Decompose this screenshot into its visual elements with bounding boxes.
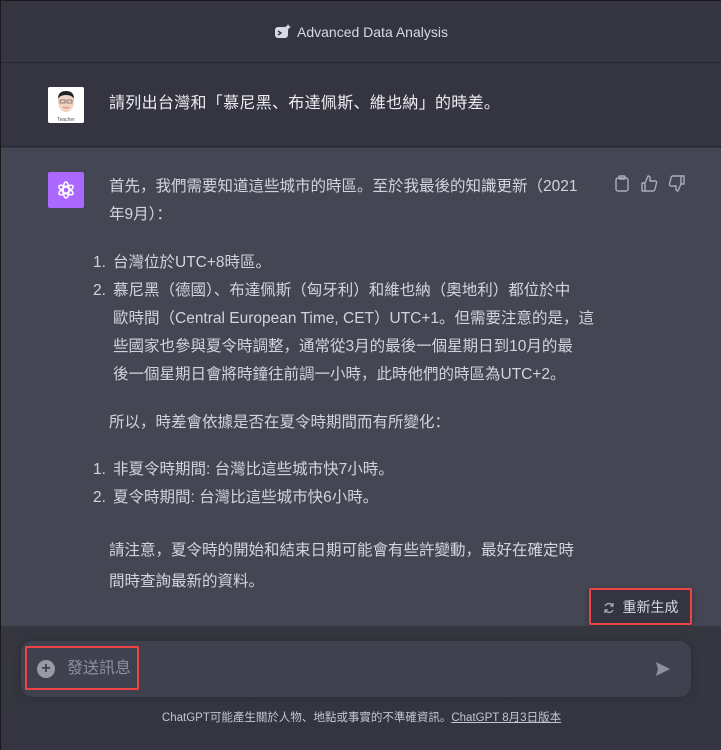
input-highlight-box — [25, 646, 139, 690]
list-text: 歐時間（Central European Time, CET）UTC+1。但需要… — [113, 310, 595, 327]
summary-text: 所以，時差會依據是否在夏令時期間而有所變化： — [109, 414, 451, 431]
list-number: 2. — [93, 282, 106, 299]
thumbs-down-icon[interactable] — [667, 174, 685, 192]
intro-line-1: 首先，我們需要知道這些城市的時區。至於我最後的知識更新（2021 — [109, 178, 578, 195]
intro-line-2: 年9月）： — [109, 206, 172, 223]
regenerate-label: 重新生成 — [622, 598, 679, 615]
list-text: 非夏令時期間: 台灣比這些城市快7小時。 — [113, 461, 394, 478]
list-number: 2. — [93, 489, 106, 506]
note-line-1: 請注意，夏令時的開始和結束日期可能會有些許變動，最好在確定時 — [109, 542, 575, 559]
user-message: 請列出台灣和「慕尼黑、布達佩斯、維也納」的時差。 — [109, 95, 501, 112]
version-link[interactable]: ChatGPT 8月3日版本 — [451, 712, 561, 724]
note-line-2: 間時查詢最新的資料。 — [109, 573, 265, 590]
list-text: 夏令時期間: 台灣比這些城市快6小時。 — [113, 489, 379, 506]
header-title: Advanced Data Analysis — [297, 23, 448, 40]
time-difference-list: 1. 非夏令時期間: 台灣比這些城市快7小時。 2. 夏令時期間: 台灣比這些城… — [93, 456, 608, 512]
message-input[interactable] — [67, 656, 627, 682]
list-item: 1. 非夏令時期間: 台灣比這些城市快7小時。 — [93, 456, 608, 484]
send-icon — [656, 662, 670, 676]
assistant-intro: 首先，我們需要知道這些城市的時區。至於我最後的知識更新（2021 年9月）： — [109, 173, 604, 229]
send-button[interactable] — [653, 659, 673, 679]
refresh-icon — [603, 601, 615, 613]
list-item: 2. 夏令時期間: 台灣比這些城市快6小時。 — [93, 484, 608, 512]
footer-disclaimer: ChatGPT可能產生關於人物、地點或事實的不準確資訊。 — [161, 712, 452, 724]
list-text: 台灣位於UTC+8時區。 — [113, 254, 272, 271]
regenerate-button[interactable]: 重新生成 — [589, 588, 692, 625]
message-actions — [613, 174, 685, 192]
list-item: 2. 慕尼黑（德國）、布達佩斯（匈牙利）和維也納（奧地利）都位於中 歐時間（Ce… — [93, 277, 608, 389]
list-text: 慕尼黑（德國）、布達佩斯（匈牙利）和維也納（奧地利）都位於中 — [113, 282, 571, 299]
user-avatar: Teacher — [48, 87, 84, 123]
list-item: 1. 台灣位於UTC+8時區。 — [93, 249, 608, 277]
list-number: 1. — [93, 254, 106, 271]
timezone-list: 1. 台灣位於UTC+8時區。 2. 慕尼黑（德國）、布達佩斯（匈牙利）和維也納… — [93, 249, 608, 389]
header: Advanced Data Analysis — [1, 1, 721, 63]
footer: ChatGPT可能產生關於人物、地點或事實的不準確資訊。ChatGPT 8月3日… — [1, 709, 721, 725]
data-analysis-icon — [275, 24, 292, 39]
list-text: 些國家也參與夏令時調整，通常從3月的最後一個星期日到10月的最 — [113, 338, 573, 355]
list-text: 後一個星期日會將時鐘往前調一小時，此時他們的時區為UTC+2。 — [113, 366, 566, 383]
list-number: 1. — [93, 461, 106, 478]
thumbs-up-icon[interactable] — [640, 174, 658, 192]
chatgpt-logo-icon — [48, 172, 84, 208]
note-text: 請注意，夏令時的開始和結束日期可能會有些許變動，最好在確定時 間時查詢最新的資料… — [109, 535, 604, 597]
avatar-caption: Teacher — [57, 117, 75, 123]
copy-icon[interactable] — [613, 174, 631, 192]
